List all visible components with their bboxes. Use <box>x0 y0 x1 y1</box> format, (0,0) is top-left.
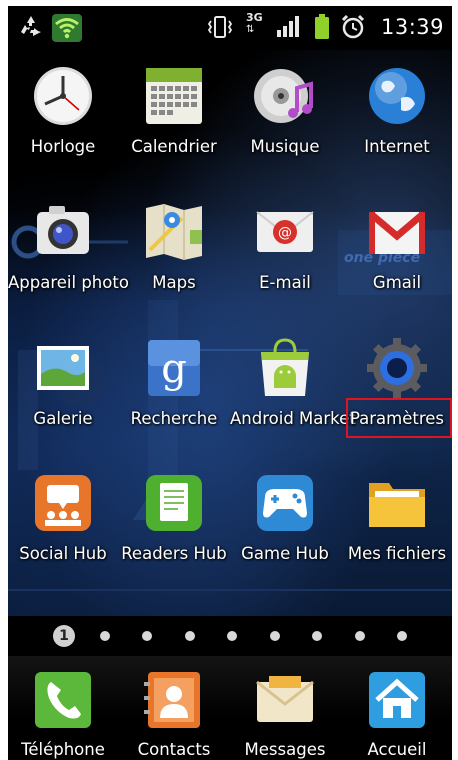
calendar-icon <box>142 64 206 128</box>
messages-icon <box>253 668 317 732</box>
app-email[interactable]: @ E-mail <box>230 200 340 294</box>
highlight-box <box>346 398 452 438</box>
page-dot[interactable] <box>100 631 110 641</box>
wifi-icon <box>52 14 82 42</box>
settings-gear-icon <box>365 336 429 400</box>
dock: Téléphone Contacts Messages Accueil <box>8 656 452 760</box>
app-horloge[interactable]: Horloge <box>8 64 118 158</box>
page-dot[interactable] <box>227 631 237 641</box>
vibrate-icon <box>207 16 233 38</box>
social-hub-icon <box>31 471 95 535</box>
app-gmail[interactable]: Gmail <box>342 200 452 294</box>
game-hub-icon <box>253 471 317 535</box>
home-icon <box>365 668 429 732</box>
app-calendrier[interactable]: Calendrier <box>119 64 229 158</box>
page-dot-active[interactable]: 1 <box>53 625 75 647</box>
app-recherche[interactable]: g Recherche <box>119 336 229 430</box>
status-bar: 3G ⇅ 13:39 <box>8 6 452 50</box>
alarm-icon <box>341 14 365 39</box>
signal-icon <box>277 16 299 37</box>
battery-icon <box>315 14 329 39</box>
email-icon: @ <box>253 200 317 264</box>
app-android-market[interactable]: Android Market <box>230 336 356 429</box>
page-indicator[interactable]: 1 <box>8 618 452 654</box>
dock-messages[interactable]: Messages <box>230 668 340 760</box>
gallery-icon <box>31 336 95 400</box>
page-dot[interactable] <box>142 631 152 641</box>
market-icon <box>253 336 317 400</box>
svg-text:g: g <box>161 346 187 392</box>
status-time: 13:39 <box>380 15 444 39</box>
page-dot[interactable] <box>355 631 365 641</box>
page-dot[interactable] <box>185 631 195 641</box>
app-readers-hub[interactable]: Readers Hub <box>119 471 229 565</box>
phone-screen: 3G ⇅ 13:39 one piece Horloge Calendrier … <box>8 6 452 760</box>
app-game-hub[interactable]: Game Hub <box>230 471 340 565</box>
3g-icon: 3G ⇅ <box>246 11 263 36</box>
maps-icon <box>142 200 206 264</box>
page-dot[interactable] <box>312 631 322 641</box>
app-galerie[interactable]: Galerie <box>8 336 118 430</box>
folder-icon <box>365 471 429 535</box>
recycle-icon <box>21 16 41 36</box>
page-dot[interactable] <box>270 631 280 641</box>
dock-contacts[interactable]: Contacts <box>119 668 229 760</box>
phone-icon <box>31 668 95 732</box>
dock-accueil[interactable]: Accueil <box>342 668 452 760</box>
readers-hub-icon <box>142 471 206 535</box>
svg-text:@: @ <box>278 225 292 241</box>
globe-icon <box>365 64 429 128</box>
camera-icon <box>31 200 95 264</box>
app-appareil-photo[interactable]: Appareil photo <box>8 200 129 293</box>
app-musique[interactable]: Musique <box>230 64 340 158</box>
contacts-icon <box>142 668 206 732</box>
app-mes-fichiers[interactable]: Mes fichiers <box>342 471 452 565</box>
dock-telephone[interactable]: Téléphone <box>8 668 118 760</box>
page-dot[interactable] <box>397 631 407 641</box>
clock-icon <box>31 64 95 128</box>
gmail-icon <box>365 200 429 264</box>
app-maps[interactable]: Maps <box>119 200 229 294</box>
music-icon <box>253 64 317 128</box>
app-internet[interactable]: Internet <box>342 64 452 158</box>
search-icon: g <box>142 336 206 400</box>
app-social-hub[interactable]: Social Hub <box>8 471 118 565</box>
